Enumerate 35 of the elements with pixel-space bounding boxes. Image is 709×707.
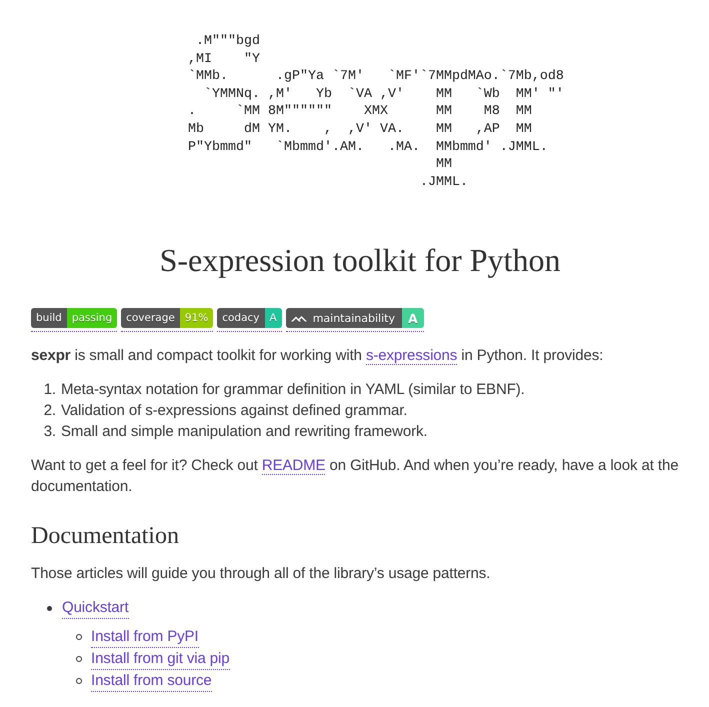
paragraph: Want to get a feel for it? Check out README on GitHub. And when you’re ready, have a look at the documentation.	[31, 456, 680, 498]
badge-value: passing	[66, 308, 118, 328]
mountain-icon	[286, 308, 310, 328]
status-badge[interactable]: build passing	[31, 308, 118, 332]
doc-link[interactable]: Install from source	[91, 670, 212, 692]
badge-label: maintainability	[310, 308, 402, 328]
list-number: 1.	[42, 380, 56, 400]
text-link[interactable]: README	[262, 457, 326, 476]
badge-label: coverage	[121, 308, 180, 328]
list-number: 2.	[42, 401, 56, 422]
list-item-text: Validation of s-expressions against defined grammar.	[61, 401, 408, 422]
status-badge[interactable]: codacy A	[217, 308, 282, 332]
ring-bullet-icon	[76, 656, 82, 662]
status-badge[interactable]: coverage 91%	[121, 308, 214, 332]
ring-bullet-icon	[76, 634, 82, 640]
paragraph: Those articles will guide you through all of the library’s usage patterns.	[31, 564, 492, 584]
page-title: S-expression toolkit for Python	[160, 242, 560, 278]
doc-link[interactable]: Install from git via pip	[91, 648, 230, 670]
badge-value: A	[402, 308, 424, 328]
ring-bullet-icon	[76, 678, 82, 684]
badge-value: 91%	[180, 308, 214, 328]
status-badge[interactable]: maintainability A	[286, 308, 424, 332]
badge-value: A	[264, 308, 282, 328]
list-item-text: Small and simple manipulation and rewriting framework.	[61, 422, 428, 442]
doc-link[interactable]: Install from PyPI	[91, 626, 198, 648]
doc-link[interactable]: Quickstart	[62, 597, 129, 620]
badge-label: codacy	[217, 308, 264, 328]
badge-label: build	[31, 308, 67, 328]
text-link[interactable]: s-expressions	[366, 347, 458, 366]
paragraph: sexpr is small and compact toolkit for working with s-expressions in Python. It provides:	[31, 346, 604, 366]
list-number: 3.	[42, 422, 56, 442]
ascii-art-title: .M"""bgd ,MI "Y `MMb. .gP"Ya `7M' `MF'`7MMpdMAo.`7Mb,od8 `YMMNq. ,M' Yb `VA ,V' MM `Wb MM' "' . `MM 8M"""""" XMX MM M8 MM Mb dM YM. , ,V' VA. MM ,AP MM P"Ybmmd" `Mbmmd'.AM. .MA. MMbmmd' .JMML. MM .JMML.	[188, 33, 564, 192]
list-item-text: Meta-syntax notation for grammar definition in YAML (similar to EBNF).	[61, 380, 525, 400]
bullet-icon	[47, 606, 52, 611]
section-heading: Documentation	[31, 523, 179, 550]
